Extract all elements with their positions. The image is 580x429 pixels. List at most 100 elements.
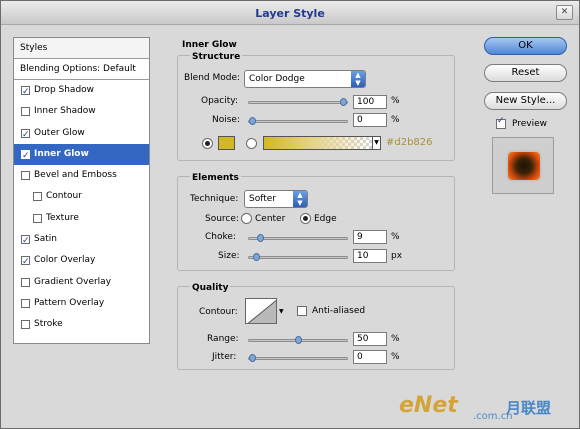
chevron-down-icon[interactable]: ▼: [372, 136, 381, 150]
contour-picker[interactable]: [245, 298, 277, 324]
effect-item-inner-glow[interactable]: Inner Glow: [14, 143, 149, 167]
opacity-slider[interactable]: [248, 98, 348, 106]
effect-item-stroke[interactable]: Stroke: [14, 314, 149, 335]
new-style-button[interactable]: New Style...: [484, 92, 567, 110]
effect-checkbox[interactable]: [21, 320, 30, 330]
range-unit: %: [391, 334, 400, 344]
styles-header[interactable]: Styles: [14, 38, 149, 59]
source-center-radio[interactable]: [241, 213, 252, 224]
effect-checkbox[interactable]: [21, 171, 30, 181]
blend-mode-select[interactable]: Color Dodge ▲ ▼: [244, 70, 366, 88]
source-edge-label: Edge: [314, 214, 337, 224]
effect-label: Texture: [46, 212, 79, 223]
effect-item-color-overlay[interactable]: Color Overlay: [14, 250, 149, 273]
elements-group: Elements Technique: Softer ▲ ▼ Source: Ce…: [177, 173, 455, 271]
quality-group: Quality Contour: ▼ Anti-aliased Range: 5…: [177, 283, 455, 370]
preview-label: Preview: [512, 119, 548, 129]
choke-label: Choke:: [205, 232, 236, 242]
choke-slider-thumb[interactable]: [257, 234, 264, 242]
range-field[interactable]: 50: [353, 332, 387, 346]
effect-label: Contour: [46, 191, 82, 202]
noise-unit: %: [391, 115, 400, 125]
effect-item-satin[interactable]: Satin: [14, 229, 149, 252]
elements-title: Elements: [190, 173, 241, 183]
opacity-unit: %: [391, 96, 400, 106]
glow-gradient-picker[interactable]: [263, 136, 373, 150]
effect-label: Outer Glow: [34, 127, 85, 138]
chevron-updown-icon: ▲ ▼: [351, 71, 365, 87]
quality-title: Quality: [190, 283, 231, 293]
noise-slider-thumb[interactable]: [249, 117, 256, 125]
anti-aliased-checkbox[interactable]: [297, 306, 307, 316]
effect-checkbox[interactable]: [21, 252, 30, 273]
range-slider[interactable]: [248, 336, 348, 344]
technique-label: Technique:: [190, 194, 239, 204]
structure-title: Structure: [190, 52, 243, 62]
effect-label: Pattern Overlay: [34, 297, 105, 308]
noise-field[interactable]: 0: [353, 113, 387, 127]
jitter-slider[interactable]: [248, 354, 348, 362]
reset-button[interactable]: Reset: [484, 64, 567, 82]
jitter-field[interactable]: 0: [353, 350, 387, 364]
contour-curve-icon: [247, 299, 276, 323]
noise-slider[interactable]: [248, 117, 348, 125]
effect-item-pattern-overlay[interactable]: Pattern Overlay: [14, 293, 149, 314]
effect-item-inner-shadow[interactable]: Inner Shadow: [14, 101, 149, 122]
anti-aliased-label: Anti-aliased: [312, 306, 366, 316]
watermark-cn: 月联盟: [506, 399, 552, 417]
effect-item-contour[interactable]: Contour: [14, 186, 149, 207]
opacity-label: Opacity:: [201, 96, 238, 106]
structure-group: Structure Blend Mode: Color Dodge ▲ ▼ Opa…: [177, 52, 455, 161]
close-icon[interactable]: ✕: [556, 5, 573, 20]
effect-checkbox[interactable]: [21, 146, 30, 167]
chevron-updown-icon: ▲ ▼: [293, 191, 307, 207]
glow-color-swatch[interactable]: [218, 136, 235, 150]
effect-item-outer-glow[interactable]: Outer Glow: [14, 123, 149, 146]
opacity-slider-thumb[interactable]: [340, 98, 347, 106]
layer-style-dialog: Layer Style ✕ Styles Blending Options: D…: [0, 0, 580, 429]
effect-label: Inner Glow: [34, 148, 89, 159]
contour-label: Contour:: [199, 307, 238, 317]
panel-title: Inner Glow: [182, 40, 237, 50]
gradient-radio[interactable]: [246, 138, 257, 149]
preview-checkbox[interactable]: [496, 116, 506, 129]
effects-list: Drop Shadow Inner Shadow Outer Glow Inner G…: [14, 80, 149, 336]
source-label: Source:: [205, 214, 239, 224]
source-edge-radio[interactable]: [300, 213, 311, 224]
effect-item-texture[interactable]: Texture: [14, 208, 149, 229]
effect-checkbox[interactable]: [21, 82, 30, 103]
effect-item-drop-shadow[interactable]: Drop Shadow: [14, 80, 149, 103]
ok-button[interactable]: OK: [484, 37, 567, 55]
opacity-field[interactable]: 100: [353, 95, 387, 109]
jitter-slider-thumb[interactable]: [249, 354, 256, 362]
blend-mode-value: Color Dodge: [249, 74, 305, 84]
effect-checkbox[interactable]: [33, 192, 42, 202]
effect-checkbox[interactable]: [21, 298, 30, 308]
effect-checkbox[interactable]: [33, 213, 42, 223]
effect-label: Bevel and Emboss: [34, 170, 117, 181]
watermark-brand: eNet: [399, 393, 458, 418]
jitter-unit: %: [391, 352, 400, 362]
size-field[interactable]: 10: [353, 249, 387, 263]
styles-panel: Styles Blending Options: Default Drop Sh…: [13, 37, 150, 344]
effect-checkbox[interactable]: [21, 107, 30, 117]
effect-item-bevel-and-emboss[interactable]: Bevel and Emboss: [14, 165, 149, 186]
jitter-label: Jitter:: [212, 352, 237, 362]
solid-color-radio[interactable]: [202, 138, 213, 149]
effect-item-gradient-overlay[interactable]: Gradient Overlay: [14, 272, 149, 293]
range-slider-thumb[interactable]: [295, 336, 302, 344]
source-center-label: Center: [255, 214, 286, 224]
effect-checkbox[interactable]: [21, 125, 30, 146]
size-slider-thumb[interactable]: [253, 253, 260, 261]
effect-checkbox[interactable]: [21, 231, 30, 252]
effect-label: Color Overlay: [34, 255, 96, 266]
blend-mode-label: Blend Mode:: [184, 73, 241, 83]
range-label: Range:: [207, 334, 239, 344]
technique-select[interactable]: Softer ▲ ▼: [244, 190, 308, 208]
blending-options[interactable]: Blending Options: Default: [14, 59, 149, 80]
choke-field[interactable]: 9: [353, 230, 387, 244]
chevron-down-icon[interactable]: ▼: [279, 308, 284, 315]
effect-checkbox[interactable]: [21, 277, 30, 287]
choke-slider[interactable]: [248, 234, 348, 242]
size-slider[interactable]: [248, 253, 348, 261]
